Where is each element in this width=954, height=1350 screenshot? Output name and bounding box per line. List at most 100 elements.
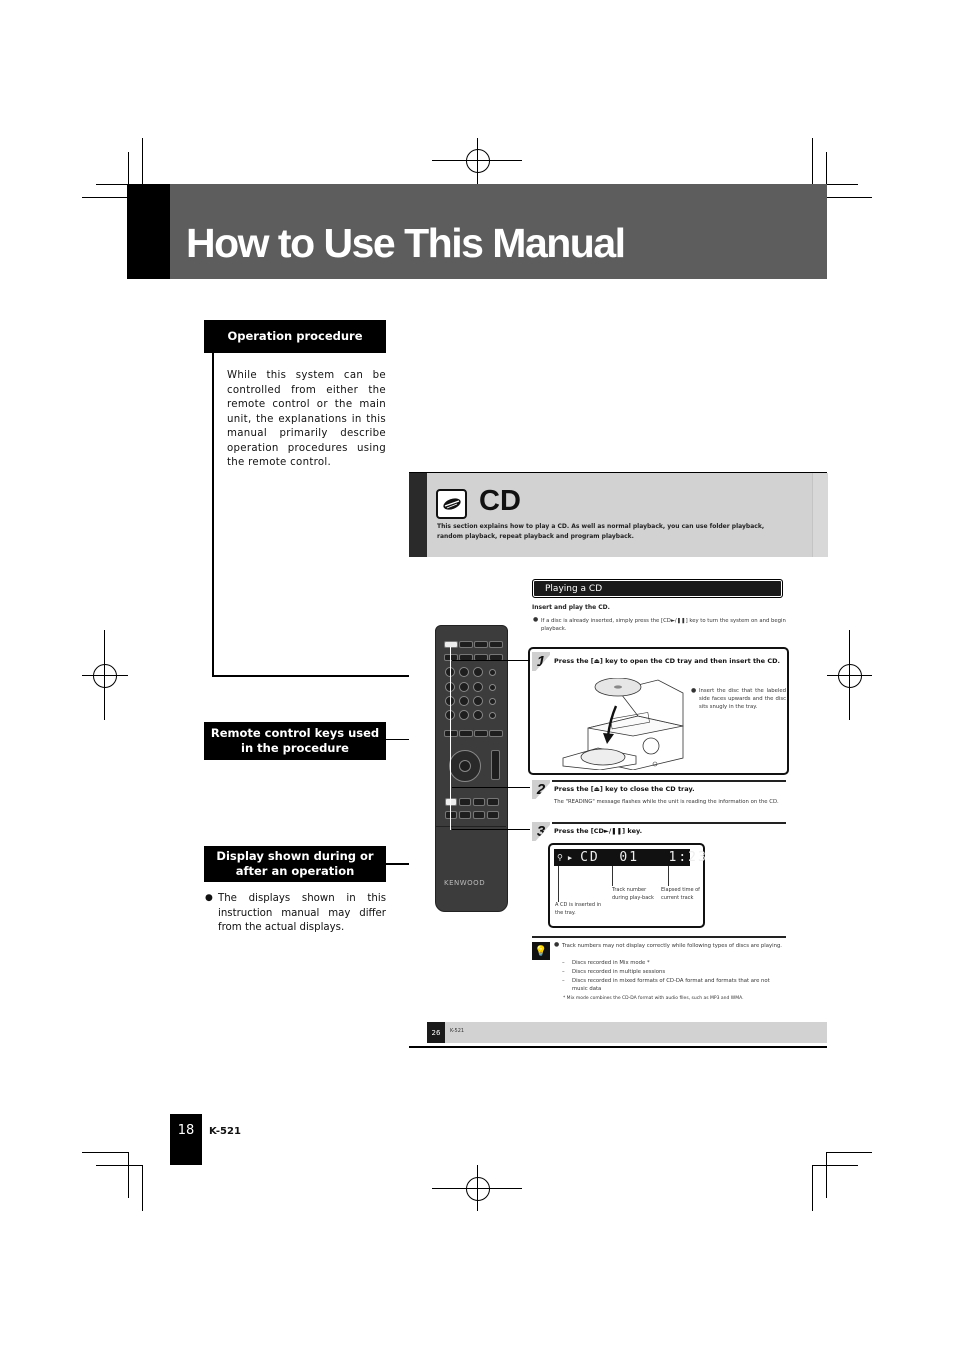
step-3-title: Press the [CD►/❚❚] key. [554, 827, 643, 835]
operation-procedure-label: Operation procedure [204, 320, 386, 353]
crop-mark [96, 1165, 142, 1166]
step-divider [552, 822, 786, 824]
step-1-title: Press the [⏏] key to open the CD tray an… [554, 657, 780, 665]
bullet-icon: ● [554, 941, 560, 948]
step-1-note: Insert the disc that the labeled side fa… [699, 688, 786, 710]
registration-line [849, 630, 850, 720]
crop-mark [826, 1152, 827, 1198]
step-divider [552, 780, 786, 782]
remote-number-key [473, 682, 483, 692]
inset-footer [427, 1022, 827, 1043]
remote-key [489, 712, 496, 719]
dash-icon: – [562, 978, 565, 984]
remote-keys-label: Remote control keys used in the procedur… [204, 722, 386, 760]
bullet-icon: ● [205, 893, 213, 903]
remote-number-key [459, 682, 469, 692]
subsection-title: Playing a CD [532, 579, 783, 598]
remote-number-key [473, 696, 483, 706]
title-band-accent [127, 184, 170, 279]
remote-key [445, 811, 457, 819]
bullet-icon: ● [691, 687, 697, 694]
play-indicator-icon: ▶ [567, 853, 575, 862]
display-shown-label: Display shown during or after an operati… [204, 846, 386, 882]
registration-mark [838, 664, 862, 688]
elapsed-time-label: Elapsed time of current track [661, 887, 700, 901]
model-name: K-521 [209, 1126, 241, 1137]
remote-number-key [473, 667, 483, 677]
remote-key [473, 798, 485, 806]
dash-icon: – [562, 960, 565, 966]
pointer-line [612, 866, 613, 886]
remote-key [459, 641, 473, 648]
remote-key [474, 730, 488, 737]
operation-procedure-text: While this system can be controlled from… [227, 370, 386, 468]
remote-key [474, 641, 488, 648]
leader-line [450, 647, 451, 830]
remote-key [444, 730, 458, 737]
intro-text: Insert and play the CD. [532, 604, 610, 611]
leader-line [452, 829, 530, 830]
registration-mark [466, 1177, 490, 1201]
crop-mark [128, 1152, 129, 1198]
lcd-readout: CD 01 1:23 [580, 850, 708, 865]
section-title: CD [479, 485, 521, 517]
cd-disc-icon [436, 489, 467, 519]
section-description: This section explains how to play a CD. … [437, 523, 765, 540]
remote-key [487, 811, 499, 819]
remote-key [489, 669, 496, 676]
inset-page-number: 26 [427, 1022, 445, 1043]
pointer-line [558, 866, 559, 902]
display-shown-note: The displays shown in this instruction m… [218, 893, 386, 933]
inset-header-edge [812, 473, 828, 557]
tips-footnote: * Mix mode combines the CD-DA format wit… [563, 996, 744, 1001]
inset-model: K-521 [450, 1028, 465, 1034]
remote-number-key [459, 710, 469, 720]
crop-mark [142, 1165, 143, 1211]
tips-item: Discs recorded in mixed formats of CD-DA… [572, 978, 770, 992]
tips-bullet: Track numbers may not display correctly … [562, 943, 782, 949]
disc-indicator-icon: ⚲ [557, 853, 565, 862]
step-2-note: The "READING" message flashes while the … [554, 799, 779, 805]
inset-header-accent [409, 473, 427, 557]
registration-line [82, 675, 128, 676]
remote-number-key [459, 696, 469, 706]
registration-mark [466, 149, 490, 173]
remote-keys-label-line1: Remote control keys used [210, 726, 380, 740]
remote-key [487, 798, 499, 806]
cd-inserted-label: A CD is inserted in the tray. [555, 902, 602, 916]
remote-divider [436, 826, 506, 827]
registration-line [104, 630, 105, 720]
bullet-icon: ● [533, 616, 539, 623]
remote-key [489, 641, 503, 648]
dash-icon: – [562, 969, 565, 975]
remote-key [459, 811, 471, 819]
crop-mark [826, 1152, 872, 1153]
remote-key [489, 684, 496, 691]
crop-mark [812, 1165, 813, 1211]
remote-key [473, 811, 485, 819]
remote-brand: KENWOOD [444, 879, 486, 887]
tips-divider [532, 936, 786, 938]
remote-key [489, 730, 503, 737]
tips-item: Discs recorded in Mix mode * [572, 960, 650, 966]
crop-mark [82, 1152, 128, 1153]
page-title: How to Use This Manual [186, 220, 626, 266]
intro-bullet: If a disc is already inserted, simply pr… [541, 618, 786, 632]
pointer-line [668, 866, 669, 886]
remote-key [473, 710, 483, 720]
track-number-label: Track number during play-back [612, 887, 654, 901]
crop-mark [812, 1165, 858, 1166]
remote-number-key [459, 667, 469, 677]
remote-dpad-center [459, 760, 471, 772]
remote-cd-play-key [445, 798, 457, 806]
display-shown-label-line1: Display shown during or [216, 849, 374, 863]
remote-key [459, 798, 471, 806]
crop-mark [826, 197, 872, 198]
leader-line [452, 787, 530, 788]
leader-line [452, 660, 530, 661]
inset-header [409, 473, 827, 557]
remote-eject-key [444, 641, 458, 648]
remote-key [489, 698, 496, 705]
lightbulb-icon: 💡 [532, 942, 550, 960]
registration-mark [93, 664, 117, 688]
